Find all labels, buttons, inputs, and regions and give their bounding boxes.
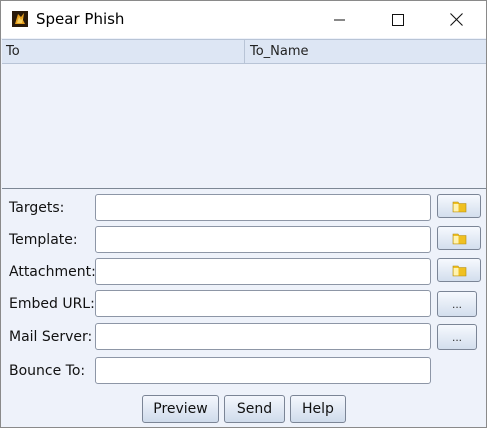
app-icon	[12, 11, 28, 27]
embed-url-row: Embed URL: ...	[1, 289, 487, 319]
maximize-button[interactable]	[375, 1, 421, 38]
mail-server-input[interactable]	[95, 323, 431, 350]
attachment-browse-button[interactable]	[437, 258, 481, 282]
folder-icon	[452, 201, 466, 212]
folder-icon	[452, 233, 466, 244]
window-title: Spear Phish	[36, 10, 125, 28]
template-label: Template:	[9, 232, 78, 248]
table-header: To To_Name	[2, 39, 486, 64]
mail-server-row: Mail Server: ...	[1, 322, 487, 352]
preview-button[interactable]: Preview	[142, 395, 219, 423]
title-bar[interactable]: Spear Phish	[1, 1, 486, 38]
close-button[interactable]	[433, 1, 479, 38]
bounce-to-input[interactable]	[95, 357, 431, 384]
template-browse-button[interactable]	[437, 226, 481, 250]
targets-label: Targets:	[9, 200, 65, 216]
targets-row: Targets:	[1, 193, 487, 223]
table-body[interactable]	[2, 64, 486, 188]
column-header-to-name[interactable]: To_Name	[246, 40, 486, 63]
attachment-label: Attachment:	[9, 264, 96, 280]
maximize-icon	[392, 13, 404, 26]
minimize-icon	[334, 19, 345, 20]
bounce-to-label: Bounce To:	[9, 363, 86, 379]
folder-icon	[452, 265, 466, 276]
help-button[interactable]: Help	[290, 395, 346, 423]
embed-url-label: Embed URL:	[9, 296, 95, 312]
spear-phish-window: Spear Phish To To_Name Targets: Template…	[0, 0, 487, 428]
attachment-input[interactable]	[95, 258, 431, 285]
close-icon	[449, 13, 463, 26]
embed-url-input[interactable]	[95, 290, 431, 317]
attachment-row: Attachment:	[1, 257, 487, 287]
template-input[interactable]	[95, 226, 431, 253]
mail-server-label: Mail Server:	[9, 329, 93, 345]
minimize-button[interactable]	[317, 1, 363, 38]
embed-url-options-button[interactable]: ...	[437, 291, 477, 317]
column-header-to[interactable]: To	[2, 40, 245, 63]
send-button[interactable]: Send	[224, 395, 285, 423]
mail-server-options-button[interactable]: ...	[437, 324, 477, 350]
recipients-table[interactable]: To To_Name	[2, 39, 486, 189]
template-row: Template:	[1, 225, 487, 255]
targets-browse-button[interactable]	[437, 194, 481, 218]
bounce-to-row: Bounce To:	[1, 356, 487, 386]
targets-input[interactable]	[95, 194, 431, 221]
